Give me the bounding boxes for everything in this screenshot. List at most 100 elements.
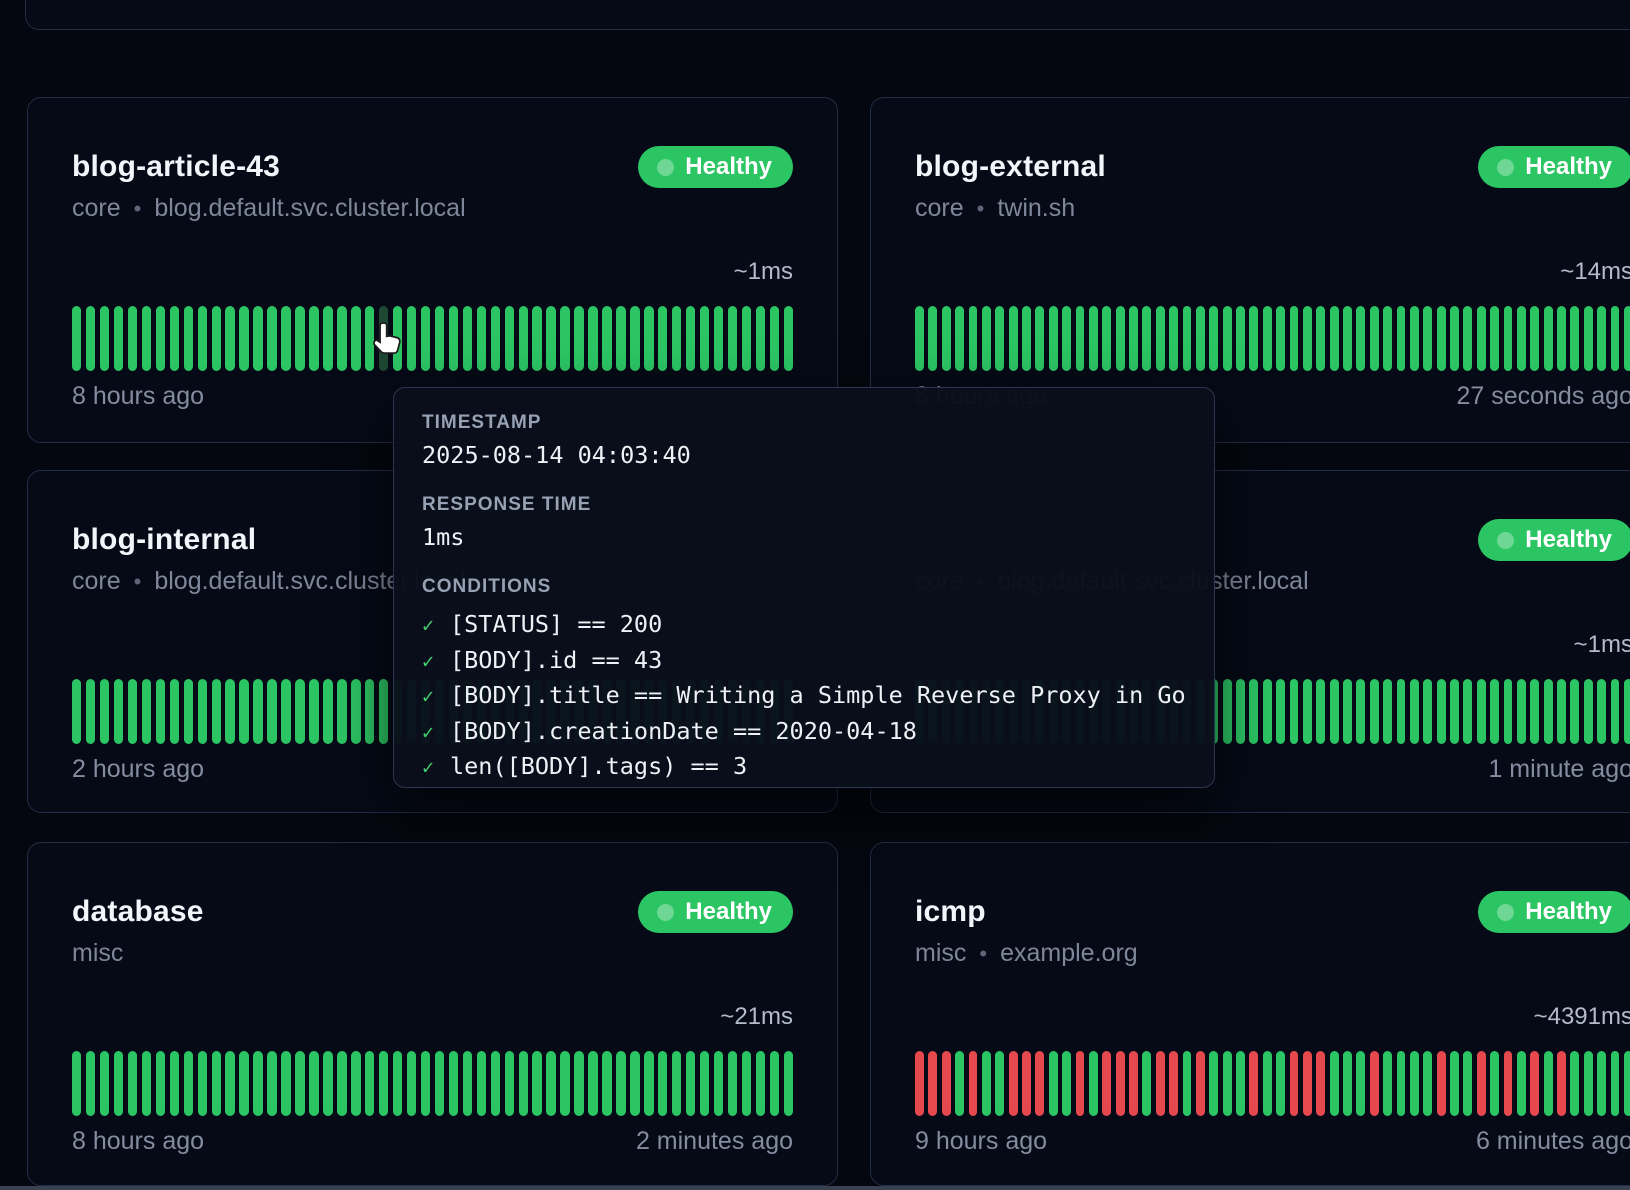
uptime-bar[interactable] — [1570, 1051, 1579, 1116]
uptime-bar[interactable] — [1076, 1051, 1085, 1116]
uptime-bar[interactable] — [982, 1051, 991, 1116]
uptime-bar[interactable] — [379, 679, 388, 744]
uptime-bar[interactable] — [1624, 679, 1630, 744]
uptime-bar[interactable] — [1410, 1051, 1419, 1116]
uptime-bar[interactable] — [686, 1051, 695, 1116]
uptime-bar[interactable] — [532, 306, 541, 371]
uptime-bar[interactable] — [1102, 1051, 1111, 1116]
uptime-bar[interactable] — [1089, 1051, 1098, 1116]
uptime-bar[interactable] — [156, 679, 165, 744]
uptime-bar[interactable] — [239, 306, 248, 371]
uptime-bar[interactable] — [142, 1051, 151, 1116]
uptime-bar[interactable] — [1116, 306, 1125, 371]
uptime-bar[interactable] — [644, 1051, 653, 1116]
uptime-bar[interactable] — [463, 1051, 472, 1116]
uptime-bar[interactable] — [1477, 679, 1486, 744]
uptime-bar[interactable] — [184, 1051, 193, 1116]
uptime-bar[interactable] — [128, 1051, 137, 1116]
uptime-bar[interactable] — [309, 306, 318, 371]
uptime-bar[interactable] — [588, 306, 597, 371]
uptime-bar[interactable] — [1156, 306, 1165, 371]
uptime-bar[interactable] — [714, 306, 723, 371]
uptime-bar[interactable] — [1142, 1051, 1151, 1116]
uptime-bar[interactable] — [1624, 1051, 1630, 1116]
uptime-bar[interactable] — [351, 1051, 360, 1116]
uptime-bar[interactable] — [1249, 306, 1258, 371]
uptime-bar[interactable] — [560, 1051, 569, 1116]
uptime-bar[interactable] — [1049, 1051, 1058, 1116]
uptime-bar[interactable] — [1383, 1051, 1392, 1116]
uptime-bar[interactable] — [114, 679, 123, 744]
uptime-bar[interactable] — [170, 1051, 179, 1116]
uptime-bar[interactable] — [1423, 679, 1432, 744]
uptime-bar[interactable] — [184, 679, 193, 744]
uptime-bar[interactable] — [1236, 679, 1245, 744]
uptime-bar[interactable] — [1410, 306, 1419, 371]
uptime-bar[interactable] — [170, 679, 179, 744]
uptime-bar[interactable] — [72, 679, 81, 744]
uptime-bar[interactable] — [1423, 306, 1432, 371]
uptime-bar[interactable] — [142, 679, 151, 744]
uptime-bar[interactable] — [421, 1051, 430, 1116]
uptime-bar[interactable] — [942, 306, 951, 371]
uptime-bar[interactable] — [1009, 1051, 1018, 1116]
uptime-bar[interactable] — [1530, 679, 1539, 744]
uptime-bar[interactable] — [1504, 306, 1513, 371]
uptime-bar[interactable] — [1303, 306, 1312, 371]
uptime-bar[interactable] — [602, 306, 611, 371]
uptime-bar[interactable] — [1343, 1051, 1352, 1116]
uptime-bar[interactable] — [1544, 1051, 1553, 1116]
uptime-bar[interactable] — [100, 306, 109, 371]
uptime-bar[interactable] — [1597, 679, 1606, 744]
uptime-bar[interactable] — [672, 306, 681, 371]
uptime-bar[interactable] — [630, 1051, 639, 1116]
uptime-bar[interactable] — [1330, 1051, 1339, 1116]
uptime-bar[interactable] — [1249, 679, 1258, 744]
uptime-bar[interactable] — [1223, 1051, 1232, 1116]
uptime-bar[interactable] — [1330, 306, 1339, 371]
uptime-bar[interactable] — [1611, 1051, 1620, 1116]
uptime-bar[interactable] — [1584, 1051, 1593, 1116]
uptime-bar[interactable] — [1544, 679, 1553, 744]
uptime-bar[interactable] — [1570, 306, 1579, 371]
service-card[interactable]: icmp Healthy misc•example.org ~4391ms 9 … — [870, 842, 1630, 1186]
uptime-bar[interactable] — [1209, 1051, 1218, 1116]
uptime-bar[interactable] — [1504, 1051, 1513, 1116]
uptime-bar[interactable] — [1035, 1051, 1044, 1116]
uptime-bar[interactable] — [365, 679, 374, 744]
uptime-bar[interactable] — [72, 1051, 81, 1116]
uptime-bar[interactable] — [742, 306, 751, 371]
uptime-bar[interactable] — [225, 679, 234, 744]
uptime-bar[interactable] — [170, 306, 179, 371]
uptime-bar[interactable] — [1517, 306, 1526, 371]
uptime-bar[interactable] — [281, 679, 290, 744]
uptime-bar[interactable] — [1383, 306, 1392, 371]
uptime-bar[interactable] — [128, 679, 137, 744]
uptime-bar[interactable] — [1263, 306, 1272, 371]
uptime-bar[interactable] — [253, 679, 262, 744]
uptime-bar[interactable] — [491, 306, 500, 371]
uptime-bar[interactable] — [1035, 306, 1044, 371]
uptime-bar[interactable] — [198, 1051, 207, 1116]
uptime-bar[interactable] — [1183, 306, 1192, 371]
uptime-bar[interactable] — [1316, 1051, 1325, 1116]
uptime-bar[interactable] — [756, 1051, 765, 1116]
uptime-bar[interactable] — [393, 1051, 402, 1116]
uptime-bar[interactable] — [672, 1051, 681, 1116]
uptime-bar[interactable] — [1557, 306, 1566, 371]
uptime-bar[interactable] — [1343, 306, 1352, 371]
uptime-bar[interactable] — [253, 1051, 262, 1116]
uptime-bar[interactable] — [198, 306, 207, 371]
uptime-bar[interactable] — [323, 306, 332, 371]
uptime-bar[interactable] — [955, 1051, 964, 1116]
uptime-bar[interactable] — [253, 306, 262, 371]
uptime-bar[interactable] — [728, 306, 737, 371]
uptime-bar[interactable] — [700, 1051, 709, 1116]
uptime-bar[interactable] — [658, 306, 667, 371]
uptime-bar[interactable] — [1276, 679, 1285, 744]
uptime-bar[interactable] — [1196, 1051, 1205, 1116]
uptime-bar[interactable] — [1062, 306, 1071, 371]
uptime-bar[interactable] — [1584, 679, 1593, 744]
uptime-bar[interactable] — [1450, 1051, 1459, 1116]
uptime-bar[interactable] — [1303, 1051, 1312, 1116]
